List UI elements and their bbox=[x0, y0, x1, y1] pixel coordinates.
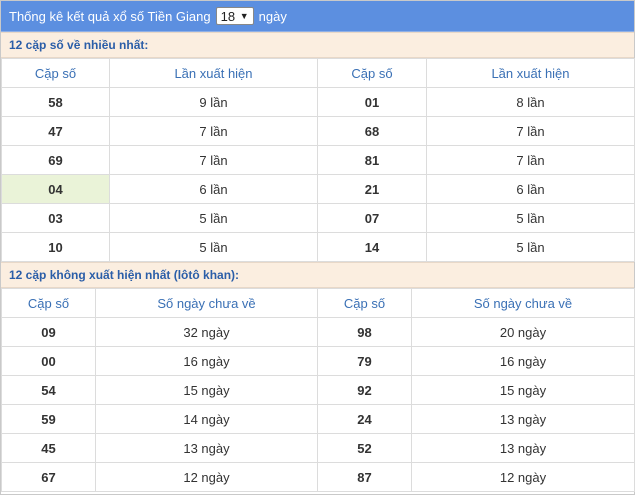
pair-number: 10 bbox=[1, 232, 110, 262]
pair-number: 98 bbox=[317, 317, 412, 347]
pair-number: 47 bbox=[1, 116, 110, 146]
pair-number: 45 bbox=[1, 433, 96, 463]
pair-number: 03 bbox=[1, 203, 110, 233]
pair-days: 15 ngày bbox=[95, 375, 318, 405]
pair-number: 01 bbox=[317, 87, 427, 117]
pair-count: 5 lần bbox=[426, 232, 635, 262]
pair-count: 5 lần bbox=[109, 203, 318, 233]
pair-days: 15 ngày bbox=[411, 375, 635, 405]
col-header-days: Số ngày chưa về bbox=[411, 288, 635, 318]
pair-days: 13 ngày bbox=[95, 433, 318, 463]
pair-count: 6 lần bbox=[426, 174, 635, 204]
pair-count: 7 lần bbox=[109, 145, 318, 175]
pair-number: 79 bbox=[317, 346, 412, 376]
table-row: 03 5 lần 07 5 lần bbox=[1, 203, 635, 233]
col-header-pair: Cặp số bbox=[1, 288, 96, 318]
pair-number: 24 bbox=[317, 404, 412, 434]
pair-number: 68 bbox=[317, 116, 427, 146]
pair-days: 16 ngày bbox=[95, 346, 318, 376]
table-row: 54 15 ngày 92 15 ngày bbox=[1, 375, 635, 405]
pair-number: 92 bbox=[317, 375, 412, 405]
table-header-row: Cặp số Lần xuất hiện Cặp số Lần xuất hiệ… bbox=[1, 58, 635, 88]
col-header-count: Lần xuất hiện bbox=[109, 58, 318, 88]
absent-table: Cặp số Số ngày chưa về Cặp số Số ngày ch… bbox=[1, 288, 635, 492]
pair-number: 69 bbox=[1, 145, 110, 175]
table-row: 58 9 lần 01 8 lần bbox=[1, 87, 635, 117]
pair-number: 59 bbox=[1, 404, 96, 434]
title-suffix: ngày bbox=[258, 8, 287, 24]
pair-days: 13 ngày bbox=[411, 404, 635, 434]
table-row: 00 16 ngày 79 16 ngày bbox=[1, 346, 635, 376]
pair-number: 58 bbox=[1, 87, 110, 117]
pair-days: 13 ngày bbox=[411, 433, 635, 463]
pair-number: 00 bbox=[1, 346, 96, 376]
title-prefix: Thống kê kết quả xổ số Tiền Giang bbox=[9, 8, 211, 24]
pair-count: 8 lần bbox=[426, 87, 635, 117]
days-select[interactable]: 18 ▼ bbox=[215, 7, 254, 25]
pair-number: 67 bbox=[1, 462, 96, 492]
table-row: 45 13 ngày 52 13 ngày bbox=[1, 433, 635, 463]
pair-number: 87 bbox=[317, 462, 412, 492]
pair-days: 12 ngày bbox=[95, 462, 318, 492]
pair-number: 14 bbox=[317, 232, 427, 262]
col-header-pair: Cặp số bbox=[317, 288, 412, 318]
title-bar: Thống kê kết quả xổ số Tiền Giang 18 ▼ n… bbox=[1, 1, 634, 32]
pair-count: 9 lần bbox=[109, 87, 318, 117]
pair-number-highlighted: 04 bbox=[1, 174, 110, 204]
stats-panel: Thống kê kết quả xổ số Tiền Giang 18 ▼ n… bbox=[0, 0, 635, 495]
pair-days: 14 ngày bbox=[95, 404, 318, 434]
chevron-down-icon: ▼ bbox=[239, 11, 249, 21]
table-row: 04 6 lần 21 6 lần bbox=[1, 174, 635, 204]
frequent-table: Cặp số Lần xuất hiện Cặp số Lần xuất hiệ… bbox=[1, 58, 635, 262]
table-header-row: Cặp số Số ngày chưa về Cặp số Số ngày ch… bbox=[1, 288, 635, 318]
table-row: 47 7 lần 68 7 lần bbox=[1, 116, 635, 146]
pair-count: 6 lần bbox=[109, 174, 318, 204]
pair-number: 54 bbox=[1, 375, 96, 405]
pair-count: 5 lần bbox=[109, 232, 318, 262]
table-row: 69 7 lần 81 7 lần bbox=[1, 145, 635, 175]
table-row: 10 5 lần 14 5 lần bbox=[1, 232, 635, 262]
pair-days: 20 ngày bbox=[411, 317, 635, 347]
frequent-section-heading: 12 cặp số về nhiều nhất: bbox=[1, 32, 634, 58]
pair-count: 7 lần bbox=[426, 145, 635, 175]
pair-number: 09 bbox=[1, 317, 96, 347]
col-header-days: Số ngày chưa về bbox=[95, 288, 318, 318]
pair-days: 16 ngày bbox=[411, 346, 635, 376]
col-header-count: Lần xuất hiện bbox=[426, 58, 635, 88]
table-row: 67 12 ngày 87 12 ngày bbox=[1, 462, 635, 492]
col-header-pair: Cặp số bbox=[317, 58, 427, 88]
pair-count: 7 lần bbox=[109, 116, 318, 146]
table-row: 09 32 ngày 98 20 ngày bbox=[1, 317, 635, 347]
absent-section-heading: 12 cặp không xuất hiện nhất (lôtô khan): bbox=[1, 262, 634, 288]
pair-number: 07 bbox=[317, 203, 427, 233]
pair-count: 5 lần bbox=[426, 203, 635, 233]
pair-number: 52 bbox=[317, 433, 412, 463]
pair-number: 21 bbox=[317, 174, 427, 204]
col-header-pair: Cặp số bbox=[1, 58, 110, 88]
pair-count: 7 lần bbox=[426, 116, 635, 146]
pair-days: 12 ngày bbox=[411, 462, 635, 492]
pair-days: 32 ngày bbox=[95, 317, 318, 347]
table-row: 59 14 ngày 24 13 ngày bbox=[1, 404, 635, 434]
days-select-value: 18 bbox=[220, 8, 236, 24]
pair-number: 81 bbox=[317, 145, 427, 175]
